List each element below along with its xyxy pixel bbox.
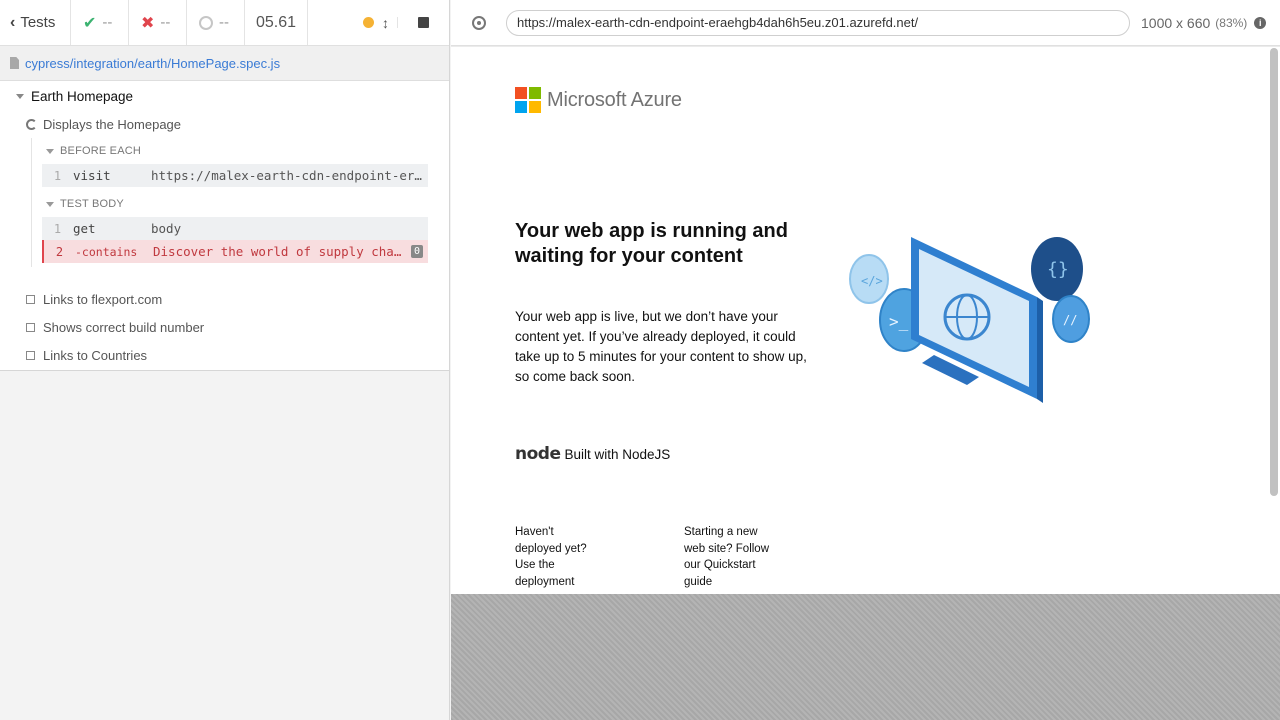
hook-test-body[interactable]: TEST BODY bbox=[32, 191, 428, 217]
test-row[interactable]: Links to Countries bbox=[0, 341, 449, 369]
test-title: Links to flexport.com bbox=[43, 291, 163, 307]
command-row[interactable]: 1 get body bbox=[42, 217, 428, 240]
microsoft-logo-icon bbox=[515, 87, 541, 113]
checkbox-icon bbox=[26, 294, 35, 304]
check-icon: ✔ bbox=[83, 14, 97, 32]
caret-down-icon bbox=[16, 93, 24, 99]
command-number: 1 bbox=[53, 168, 62, 183]
runnables-list: Earth Homepage Displays the Homepage BEF… bbox=[0, 81, 449, 371]
viewport-size: 1000 x 660 bbox=[1141, 14, 1211, 31]
monitor-illustration-icon: </> >_ {} // bbox=[849, 237, 1090, 403]
microsoft-azure-logo: Microsoft Azure bbox=[515, 87, 682, 113]
help-columns: Haven't deployed yet? Use the deployment… bbox=[515, 524, 772, 590]
aut-empty-area bbox=[451, 594, 1280, 720]
checkbox-icon bbox=[26, 322, 35, 332]
scroll-arrows-icon[interactable]: ↕ bbox=[382, 15, 389, 31]
command-message: Discover the world of supply chain bbox=[153, 244, 409, 259]
caret-down-icon bbox=[46, 148, 54, 154]
running-dot-icon bbox=[363, 17, 374, 28]
pending-stat: -- bbox=[187, 0, 245, 45]
aut-iframe: Microsoft Azure Your web app is running … bbox=[451, 47, 1280, 594]
page-headline: Your web app is running and waiting for … bbox=[515, 220, 788, 267]
aut-header: https://malex-earth-cdn-endpoint-eraehgb… bbox=[451, 0, 1280, 46]
test-row[interactable]: Displays the Homepage bbox=[0, 110, 449, 138]
suite-title: Earth Homepage bbox=[31, 88, 134, 104]
spec-file-bar: cypress/integration/earth/HomePage.spec.… bbox=[0, 46, 449, 81]
pending-ring-icon bbox=[199, 15, 213, 30]
aut-scrollbar[interactable] bbox=[1270, 48, 1278, 496]
reporter-panel: ‹ Tests ✔ -- ✖ -- -- 05.61 ↕ cypress/int… bbox=[0, 0, 450, 720]
element-count-badge: 0 bbox=[410, 245, 423, 258]
viewport-scale: (83%) bbox=[1215, 15, 1248, 30]
svg-text:>_: >_ bbox=[889, 312, 909, 331]
stop-button[interactable] bbox=[397, 17, 449, 28]
duration: 05.61 bbox=[245, 0, 308, 45]
command-name: -contains bbox=[75, 244, 138, 259]
spinner-icon bbox=[26, 118, 37, 130]
help-column-deploy: Haven't deployed yet? Use the deployment bbox=[515, 526, 587, 588]
hook-before-each[interactable]: BEFORE EACH bbox=[32, 138, 428, 164]
help-column-quickstart: Starting a new web site? Follow our Quic… bbox=[684, 526, 770, 588]
test-title: Shows correct build number bbox=[43, 319, 205, 335]
info-icon[interactable]: i bbox=[1254, 16, 1267, 29]
test-hooks: BEFORE EACH 1 visit https://malex-earth-… bbox=[31, 138, 428, 267]
reporter-controls: ↕ bbox=[308, 0, 449, 45]
test-row[interactable]: Links to flexport.com bbox=[0, 285, 449, 313]
failed-count: -- bbox=[160, 14, 171, 31]
command-row[interactable]: 1 visit https://malex-earth-cdn-endpoint… bbox=[42, 164, 428, 187]
caret-down-icon bbox=[46, 201, 54, 207]
svg-text:</>: </> bbox=[861, 274, 883, 288]
tests-back-button[interactable]: ‹ Tests bbox=[0, 0, 71, 45]
test-row[interactable]: Shows correct build number bbox=[0, 313, 449, 341]
page-body-text: Your web app is live, but we don’t have … bbox=[515, 309, 807, 384]
command-number: 2 bbox=[55, 244, 64, 259]
selector-playground-button[interactable] bbox=[451, 0, 506, 46]
suite-title-row[interactable]: Earth Homepage bbox=[0, 82, 449, 110]
aut-url-bar[interactable]: https://malex-earth-cdn-endpoint-eraehgb… bbox=[506, 9, 1130, 36]
command-name: visit bbox=[73, 168, 111, 183]
x-icon: ✖ bbox=[141, 14, 155, 32]
pending-count: -- bbox=[219, 14, 229, 31]
spec-file-link[interactable]: cypress/integration/earth/HomePage.spec.… bbox=[25, 56, 280, 71]
built-with-node: node Built with NodeJS bbox=[515, 444, 670, 464]
passed-count: -- bbox=[102, 14, 113, 31]
stop-icon bbox=[418, 17, 429, 28]
nodejs-logo-icon: node bbox=[515, 444, 561, 464]
command-number: 1 bbox=[53, 221, 62, 236]
svg-text:{}: {} bbox=[1047, 259, 1069, 280]
checkbox-icon bbox=[26, 350, 35, 360]
tests-label: Tests bbox=[20, 14, 56, 31]
command-message: body bbox=[151, 221, 182, 236]
command-row-failed[interactable]: 2 -contains Discover the world of supply… bbox=[42, 240, 428, 263]
file-icon bbox=[10, 57, 19, 69]
brand-text: Microsoft Azure bbox=[547, 88, 682, 111]
reporter-header: ‹ Tests ✔ -- ✖ -- -- 05.61 ↕ bbox=[0, 0, 449, 46]
crosshair-icon bbox=[471, 15, 486, 30]
command-name: get bbox=[73, 221, 96, 236]
command-message: https://malex-earth-cdn-endpoint-eraehgb… bbox=[151, 168, 428, 183]
test-title: Links to Countries bbox=[43, 347, 148, 363]
svg-text://: // bbox=[1063, 313, 1077, 327]
app-under-test-panel: https://malex-earth-cdn-endpoint-eraehgb… bbox=[451, 0, 1280, 720]
hook-title: TEST BODY bbox=[60, 198, 124, 210]
test-title: Displays the Homepage bbox=[43, 116, 182, 132]
chevron-left-icon: ‹ bbox=[10, 13, 16, 31]
passed-stat: ✔ -- bbox=[71, 0, 129, 45]
built-with-text: Built with NodeJS bbox=[564, 446, 671, 462]
failed-stat: ✖ -- bbox=[129, 0, 187, 45]
aut-url: https://malex-earth-cdn-endpoint-eraehgb… bbox=[517, 15, 919, 30]
hook-title: BEFORE EACH bbox=[60, 145, 142, 157]
viewport-info[interactable]: 1000 x 660 (83%) i bbox=[1141, 14, 1267, 31]
